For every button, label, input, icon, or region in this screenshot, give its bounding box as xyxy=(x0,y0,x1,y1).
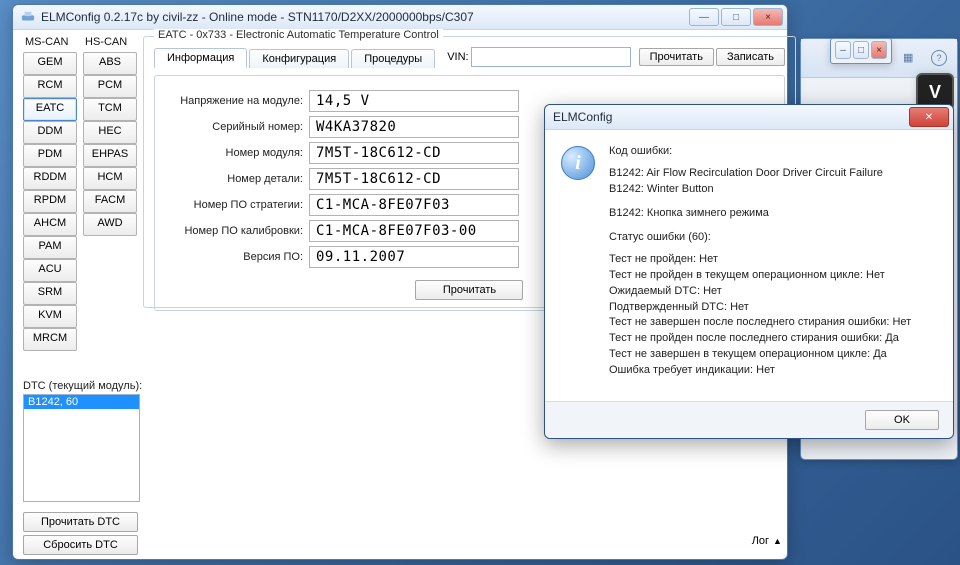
hscan-header: HS-CAN xyxy=(83,36,137,50)
module-btn-hcm[interactable]: HCM xyxy=(83,167,137,190)
info-value: 7M5T-18C612-CD xyxy=(309,142,519,164)
module-btn-rpdm[interactable]: RPDM xyxy=(23,190,77,213)
dialog-status-line: Тест не пройден: Нет xyxy=(609,252,911,268)
groupbox-legend: EATC - 0x733 - Electronic Automatic Temp… xyxy=(154,29,443,41)
module-btn-abs[interactable]: ABS xyxy=(83,52,137,75)
info-label: Напряжение на модуле: xyxy=(165,95,303,107)
info-value: C1-MCA-8FE07F03 xyxy=(309,194,519,216)
log-toggle[interactable]: Лог ▲ xyxy=(752,535,782,547)
help-icon: ? xyxy=(931,50,947,66)
dialog-status-line: Тест не пройден в текущем операционном ц… xyxy=(609,268,911,284)
info-value: 14,5 V xyxy=(309,90,519,112)
module-btn-mrcm[interactable]: MRCM xyxy=(23,328,77,351)
dialog-status-header: Статус ошибки (60): xyxy=(609,230,911,246)
main-titlebar: ELMConfig 0.2.17c by civil-zz - Online m… xyxy=(13,5,787,30)
dtc-list[interactable]: B1242, 60 xyxy=(23,394,140,502)
write-button[interactable]: Записать xyxy=(716,48,785,66)
tabbar: Информация Конфигурация Процедуры VIN: П… xyxy=(154,47,785,67)
log-label: Лог xyxy=(752,535,769,547)
module-btn-rddm[interactable]: RDDM xyxy=(23,167,77,190)
module-btn-tcm[interactable]: TCM xyxy=(83,98,137,121)
module-btn-gem[interactable]: GEM xyxy=(23,52,77,75)
module-btn-eatc[interactable]: EATC xyxy=(23,98,77,121)
dialog-status-line: Тест не завершен в текущем операционном … xyxy=(609,347,911,363)
minimize-button[interactable]: — xyxy=(689,8,719,26)
info-label: Номер ПО стратегии: xyxy=(165,199,303,211)
info-label: Версия ПО: xyxy=(165,251,303,263)
dialog-line: B1242: Air Flow Recirculation Door Drive… xyxy=(609,166,911,182)
bg-close-button[interactable]: × xyxy=(871,41,887,59)
module-btn-kvm[interactable]: KVM xyxy=(23,305,77,328)
module-btn-hec[interactable]: HEC xyxy=(83,121,137,144)
vin-label: VIN: xyxy=(447,51,468,63)
grid-icon: ▦ xyxy=(903,51,917,65)
dialog-status-line: Тест не пройден после последнего стирани… xyxy=(609,331,911,347)
module-btn-pdm[interactable]: PDM xyxy=(23,144,77,167)
chevron-up-icon: ▲ xyxy=(773,536,782,546)
dialog-line: B1242: Кнопка зимнего режима xyxy=(609,206,911,222)
module-btn-ahcm[interactable]: AHCM xyxy=(23,213,77,236)
dtc-label: DTC (текущий модуль): xyxy=(23,380,138,392)
clear-dtc-button[interactable]: Сбросить DTC xyxy=(23,535,138,555)
info-label: Номер детали: xyxy=(165,173,303,185)
app-icon xyxy=(21,10,35,24)
module-btn-facm[interactable]: FACM xyxy=(83,190,137,213)
error-dialog: ELMConfig ✕ i Код ошибки: B1242: Air Flo… xyxy=(544,104,954,439)
module-btn-ddm[interactable]: DDM xyxy=(23,121,77,144)
module-btn-ehpas[interactable]: EHPAS xyxy=(83,144,137,167)
dialog-ok-button[interactable]: OK xyxy=(865,410,939,430)
dtc-item[interactable]: B1242, 60 xyxy=(24,395,139,409)
info-value: C1-MCA-8FE07F03-00 xyxy=(309,220,519,242)
dtc-panel: DTC (текущий модуль): B1242, 60 Прочитат… xyxy=(23,380,138,555)
dialog-titlebar: ELMConfig ✕ xyxy=(545,105,953,130)
read-button[interactable]: Прочитать xyxy=(639,48,714,66)
info-label: Номер модуля: xyxy=(165,147,303,159)
maximize-button[interactable]: □ xyxy=(721,8,751,26)
dialog-line: B1242: Winter Button xyxy=(609,182,911,198)
module-btn-awd[interactable]: AWD xyxy=(83,213,137,236)
module-btn-rcm[interactable]: RCM xyxy=(23,75,77,98)
bg-max-button[interactable]: □ xyxy=(853,41,869,59)
tab-info[interactable]: Информация xyxy=(154,48,247,68)
info-value: 09.11.2007 xyxy=(309,246,519,268)
module-btn-srm[interactable]: SRM xyxy=(23,282,77,305)
module-btn-pcm[interactable]: PCM xyxy=(83,75,137,98)
info-read-button[interactable]: Прочитать xyxy=(415,280,523,300)
dialog-close-button[interactable]: ✕ xyxy=(909,107,949,127)
info-value: W4KA37820 xyxy=(309,116,519,138)
info-icon: i xyxy=(561,146,595,180)
dialog-status-line: Тест не завершен после последнего стиран… xyxy=(609,315,911,331)
read-dtc-button[interactable]: Прочитать DTC xyxy=(23,512,138,532)
close-button[interactable]: × xyxy=(753,8,783,26)
info-label: Серийный номер: xyxy=(165,121,303,133)
dialog-text: Код ошибки: B1242: Air Flow Recirculatio… xyxy=(609,144,911,387)
tab-config[interactable]: Конфигурация xyxy=(249,49,349,68)
main-title: ELMConfig 0.2.17c by civil-zz - Online m… xyxy=(41,10,689,24)
dialog-status-line: Ошибка требует индикации: Нет xyxy=(609,363,911,379)
dialog-status-line: Подтвержденный DTC: Нет xyxy=(609,300,911,316)
info-value: 7M5T-18C612-CD xyxy=(309,168,519,190)
info-label: Номер ПО калибровки: xyxy=(165,225,303,237)
module-btn-pam[interactable]: PAM xyxy=(23,236,77,259)
bg-min-button[interactable]: – xyxy=(835,41,851,59)
dialog-status-line: Ожидаемый DTC: Нет xyxy=(609,284,911,300)
mscan-header: MS-CAN xyxy=(23,36,77,50)
vin-input[interactable] xyxy=(471,47,631,67)
tab-procedures[interactable]: Процедуры xyxy=(351,49,435,68)
module-btn-acu[interactable]: ACU xyxy=(23,259,77,282)
dialog-header: Код ошибки: xyxy=(609,144,911,160)
dialog-title: ELMConfig xyxy=(553,110,909,124)
